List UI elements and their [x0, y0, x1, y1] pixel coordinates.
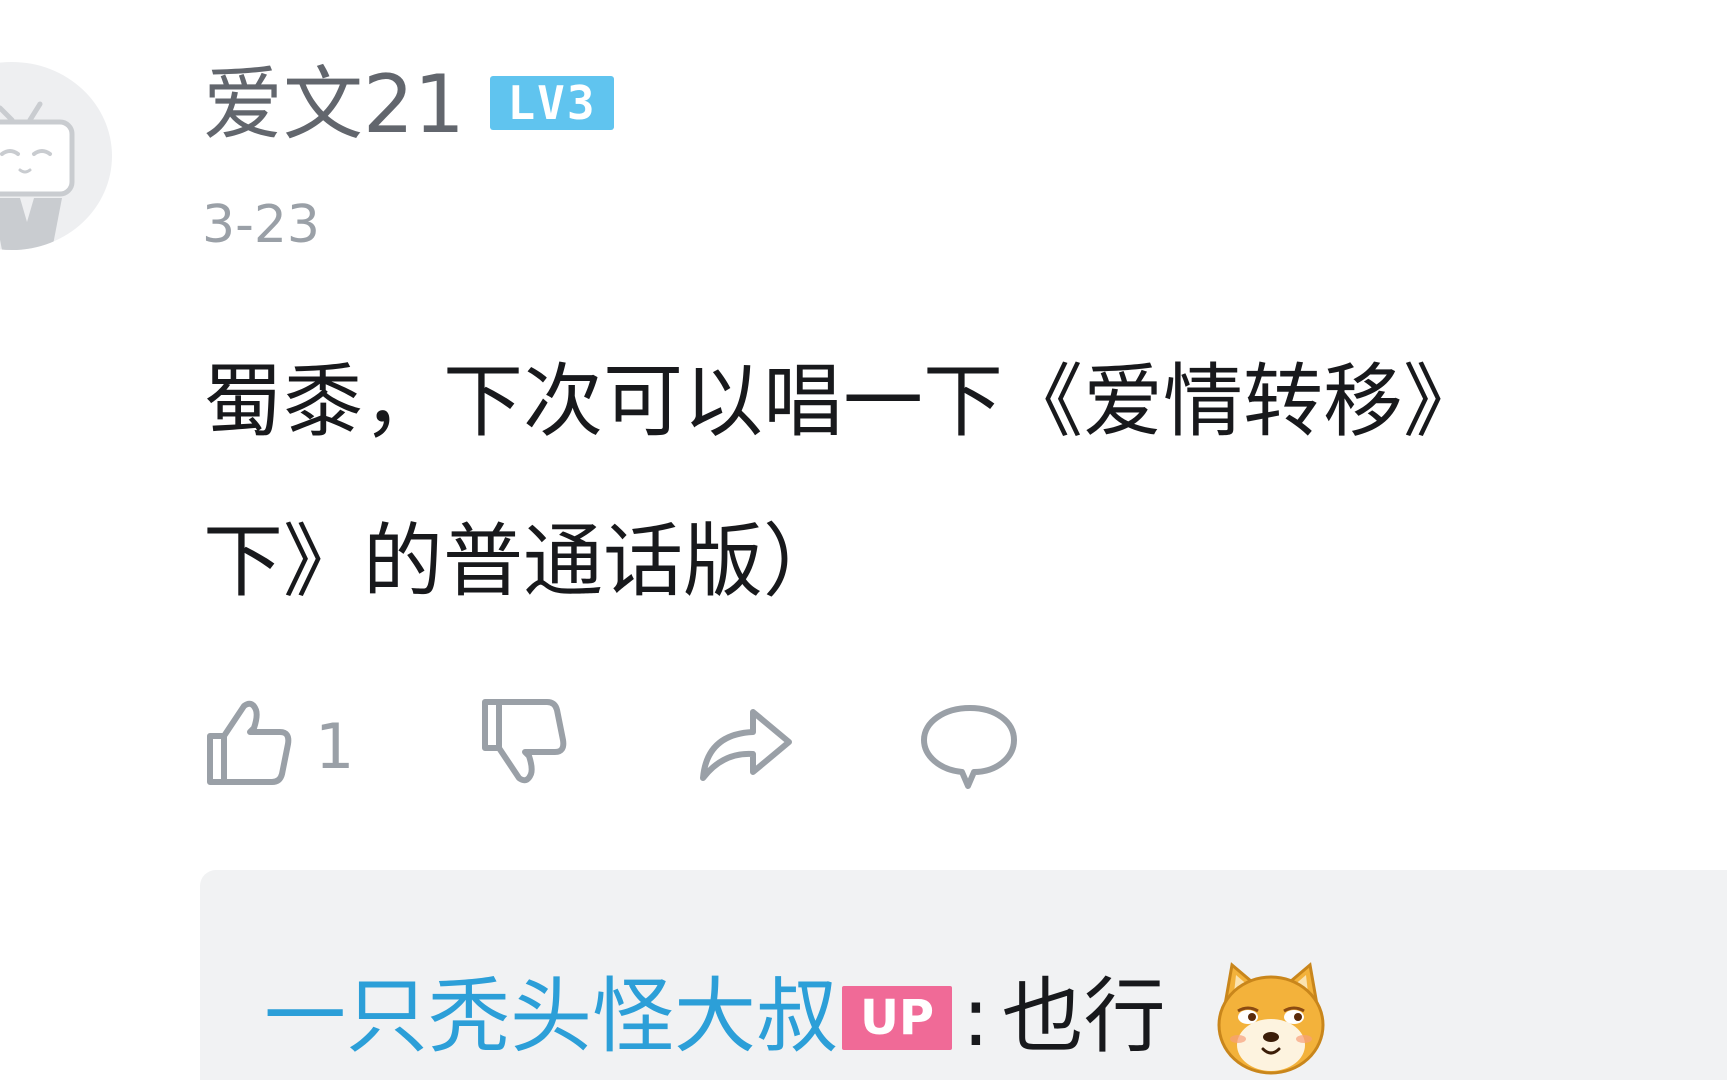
dislike-button[interactable] [475, 692, 585, 802]
doge-icon [1212, 959, 1330, 1077]
reply-button[interactable] [920, 692, 1030, 802]
reply-author[interactable]: 一只秃头怪大叔 [264, 970, 838, 1065]
like-count: 1 [315, 710, 355, 783]
share-button[interactable] [695, 692, 805, 802]
comment-date: 3-23 [202, 195, 321, 255]
comment-page: 爱文21 LV3 3-23 蜀黍，下次可以唱一下《爱情转移》 下》的普通话版） [0, 0, 1727, 1080]
thumbs-down-icon [482, 699, 567, 784]
level-badge: LV3 [490, 76, 614, 130]
up-badge: UP [842, 985, 953, 1050]
tv-mascot-icon [0, 101, 75, 250]
comment-line: 蜀黍，下次可以唱一下《爱情转移》 [203, 355, 1483, 448]
comment-bubble-icon [921, 705, 1017, 789]
reply-preview: 一只秃头怪大叔 UP: 也行 [264, 958, 1330, 1075]
avatar[interactable] [0, 62, 112, 250]
share-arrow-icon [700, 709, 792, 781]
username[interactable]: 爱文21 [203, 50, 465, 160]
like-button[interactable] [200, 692, 310, 802]
comment-line: 下》的普通话版） [203, 515, 843, 608]
reply-separator: : [962, 969, 990, 1065]
comment-body: 蜀黍，下次可以唱一下《爱情转移》 下》的普通话版） [203, 322, 1683, 642]
thumbs-up-icon [207, 700, 292, 785]
reply-text: 也行 [1001, 969, 1166, 1065]
